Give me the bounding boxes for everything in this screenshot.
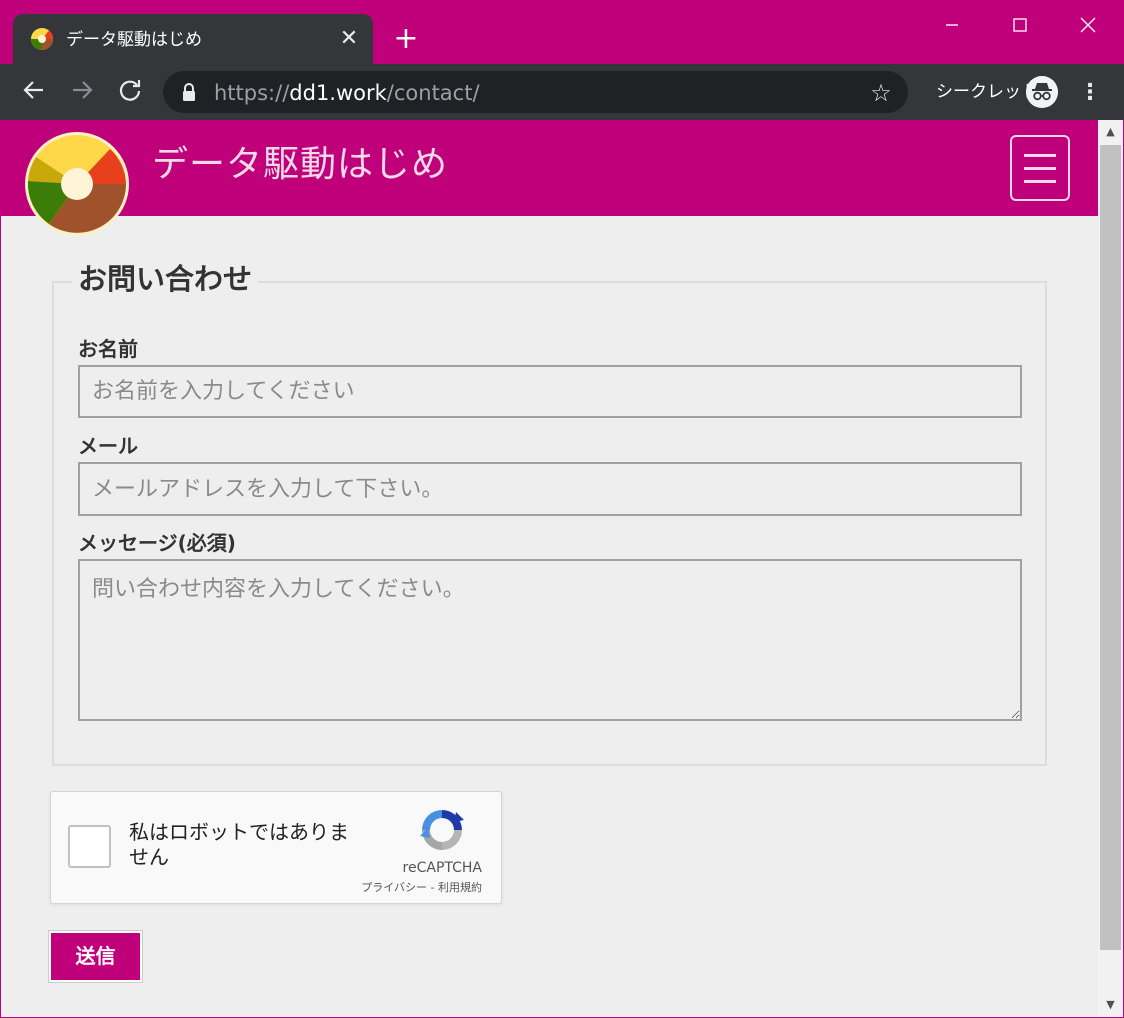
submit-button[interactable]: 送信 <box>48 930 143 983</box>
site-logo[interactable] <box>24 131 130 237</box>
url-text[interactable]: https://dd1.work/contact/ <box>214 79 480 107</box>
hamburger-menu-icon[interactable] <box>1010 135 1070 201</box>
tab-close-icon[interactable]: ✕ <box>336 24 362 54</box>
name-label: お名前 <box>78 337 138 361</box>
minimize-icon <box>946 23 958 26</box>
form-legend: お問い合わせ <box>72 258 259 300</box>
scroll-down-arrow-icon[interactable]: ▼ <box>1098 993 1123 1017</box>
scrollbar-thumb[interactable] <box>1100 145 1121 950</box>
url-host: dd1.work <box>289 81 387 105</box>
name-input[interactable] <box>78 365 1022 418</box>
window-close-button[interactable] <box>1056 0 1120 46</box>
recaptcha-brand: reCAPTCHA <box>402 860 482 876</box>
recaptcha-links[interactable]: プライバシー - 利用規約 <box>322 880 482 896</box>
new-tab-button[interactable]: + <box>391 24 421 54</box>
star-icon[interactable]: ☆ <box>866 78 896 108</box>
message-textarea[interactable] <box>78 559 1022 721</box>
kebab-menu-icon[interactable]: ⋮ <box>1076 78 1104 108</box>
back-arrow-icon[interactable] <box>19 78 49 108</box>
url-scheme: https:// <box>214 81 290 105</box>
tab-title: データ駆動はじめ <box>66 30 202 50</box>
maximize-icon <box>1013 17 1027 32</box>
incognito-label: シークレット <box>936 82 1038 102</box>
recaptcha-label: 私はロボットではありません <box>129 820 349 869</box>
url-path: /contact/ <box>386 81 480 105</box>
lock-icon <box>183 83 195 101</box>
email-input[interactable] <box>78 462 1022 516</box>
site-favicon-icon <box>31 28 54 50</box>
message-label: メッセージ(必須) <box>78 531 236 555</box>
scroll-up-arrow-icon[interactable]: ▲ <box>1098 120 1123 144</box>
forward-arrow-icon[interactable] <box>67 78 97 108</box>
window-minimize-button[interactable] <box>920 0 984 46</box>
window-maximize-button[interactable] <box>988 0 1052 46</box>
recaptcha-checkbox[interactable] <box>68 825 111 868</box>
reload-icon[interactable] <box>115 78 145 108</box>
site-title[interactable]: データ駆動はじめ <box>152 140 448 190</box>
email-label: メール <box>78 434 138 458</box>
close-icon <box>1080 17 1096 32</box>
recaptcha-logo-icon <box>420 810 464 850</box>
incognito-icon[interactable] <box>1026 76 1058 108</box>
